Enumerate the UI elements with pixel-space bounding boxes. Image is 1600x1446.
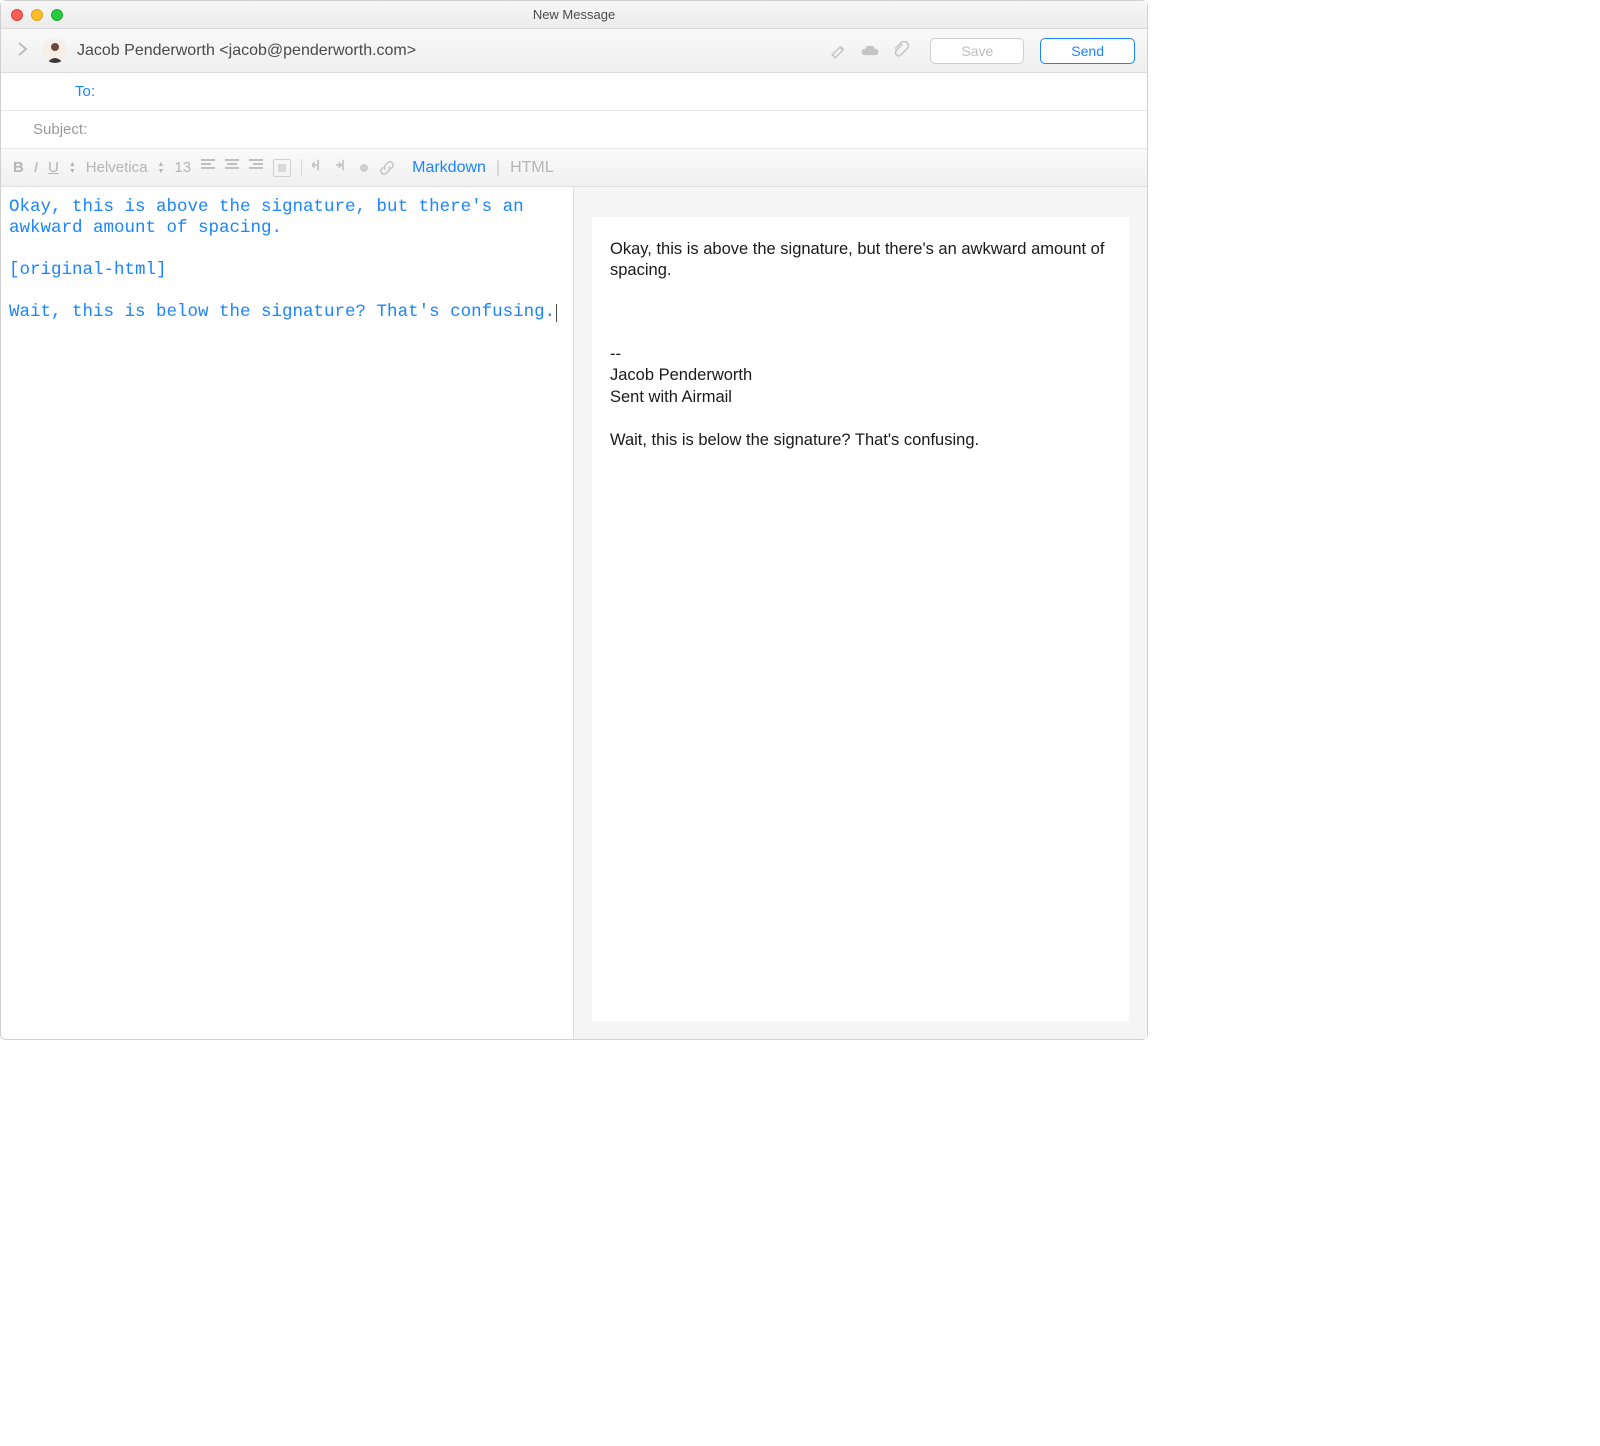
align-left-icon[interactable]	[201, 158, 215, 177]
zoom-button[interactable]	[51, 9, 63, 21]
markdown-editor[interactable]: Okay, this is above the signature, but t…	[1, 187, 574, 1039]
to-row[interactable]: To:	[1, 73, 1147, 111]
editor-line: Wait, this is below the signature? That'…	[9, 302, 557, 322]
cloud-icon[interactable]	[860, 43, 880, 59]
mode-separator: |	[496, 159, 500, 177]
avatar[interactable]	[43, 39, 67, 63]
indent-icon[interactable]	[336, 158, 350, 177]
bullet-icon[interactable]	[360, 164, 368, 172]
save-button[interactable]: Save	[930, 38, 1024, 64]
signature-client: Sent with Airmail	[610, 387, 1111, 408]
font-stepper-icon[interactable]: ▲▼	[158, 161, 165, 175]
align-center-icon[interactable]	[225, 158, 239, 177]
size-stepper-icon[interactable]: ▲▼	[69, 161, 76, 175]
compose-header: Jacob Penderworth <jacob@penderworth.com…	[1, 29, 1147, 73]
bold-button[interactable]: B	[13, 159, 24, 176]
preview-paragraph: Wait, this is below the signature? That'…	[610, 430, 1111, 451]
attach-icon[interactable]	[892, 41, 910, 61]
preview-pane: Okay, this is above the signature, but t…	[574, 187, 1147, 1039]
editor-line: Okay, this is above the signature, but t…	[9, 197, 534, 238]
markdown-tab[interactable]: Markdown	[412, 159, 486, 177]
traffic-lights	[11, 9, 63, 21]
close-button[interactable]	[11, 9, 23, 21]
blockquote-icon[interactable]	[273, 159, 291, 177]
font-selector[interactable]: Helvetica	[86, 159, 148, 176]
italic-button[interactable]: I	[34, 159, 38, 176]
align-right-icon[interactable]	[249, 158, 263, 177]
html-tab[interactable]: HTML	[510, 159, 554, 177]
to-label: To:	[15, 83, 95, 100]
chevron-right-icon[interactable]	[13, 40, 33, 61]
outdent-icon[interactable]	[312, 158, 326, 177]
window-titlebar: New Message	[1, 1, 1147, 29]
subject-label: Subject:	[33, 121, 87, 138]
window-title: New Message	[533, 7, 615, 22]
send-button[interactable]: Send	[1040, 38, 1135, 64]
signature-separator: --	[610, 344, 1111, 365]
minimize-button[interactable]	[31, 9, 43, 21]
preview-content: Okay, this is above the signature, but t…	[592, 217, 1129, 1021]
preview-paragraph: Okay, this is above the signature, but t…	[610, 239, 1111, 282]
signature-name: Jacob Penderworth	[610, 365, 1111, 386]
from-address[interactable]: Jacob Penderworth <jacob@penderworth.com…	[77, 42, 416, 60]
font-size[interactable]: 13	[174, 159, 191, 176]
underline-button[interactable]: U	[48, 159, 59, 176]
link-icon[interactable]	[378, 159, 396, 177]
editor-line: [original-html]	[9, 260, 167, 280]
toolbar-divider	[301, 159, 302, 177]
draft-icon[interactable]	[830, 42, 848, 60]
subject-row[interactable]: Subject:	[1, 111, 1147, 149]
format-toolbar: B I U ▲▼ Helvetica ▲▼ 13 Markdown | HTML	[1, 149, 1147, 187]
